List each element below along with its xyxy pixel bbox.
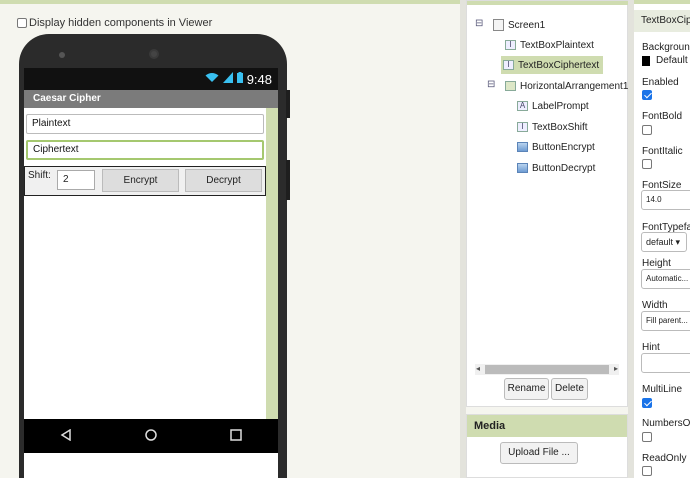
textbox-icon: I xyxy=(517,122,528,132)
display-hidden-label: Display hidden components in Viewer xyxy=(29,17,213,29)
scroll-thumb[interactable] xyxy=(485,365,609,374)
scroll-left-icon[interactable]: ◂ xyxy=(476,364,480,373)
textbox-plaintext[interactable]: Plaintext xyxy=(26,114,264,134)
prop-enabled-label: Enabled xyxy=(642,77,679,88)
multiline-checkbox[interactable] xyxy=(642,398,652,408)
display-hidden-checkbox-row[interactable]: Display hidden components in Viewer xyxy=(17,17,212,29)
prop-hint-label: Hint xyxy=(642,342,660,353)
phone-volume-button xyxy=(286,160,290,200)
earpiece-dot-icon xyxy=(59,52,65,58)
status-bar: 9:48 xyxy=(24,68,278,90)
media-panel: Media Upload File ... xyxy=(466,414,628,478)
recents-icon xyxy=(229,428,242,444)
button-icon xyxy=(517,142,528,152)
phone-screen: 9:48 Caesar Cipher Plaintext Ciphertext … xyxy=(24,68,278,478)
wifi-icon xyxy=(205,72,219,86)
upload-file-button[interactable]: Upload File ... xyxy=(500,442,578,464)
prop-background-label: Backgroun xyxy=(642,42,690,53)
tree-item-label: Screen1 xyxy=(508,19,546,31)
app-title-bar: Caesar Cipher xyxy=(24,90,278,108)
rename-button[interactable]: Rename xyxy=(504,378,549,400)
hint-input[interactable] xyxy=(641,353,690,373)
readonly-checkbox[interactable] xyxy=(642,466,652,476)
prop-fontitalic-label: FontItalic xyxy=(642,146,683,157)
viewer-panel: Display hidden components in Viewer 9:48… xyxy=(0,0,460,478)
screen-icon xyxy=(493,19,504,31)
properties-panel: TextBoxCip Backgroun Default Enabled Fon… xyxy=(634,0,690,478)
prop-width-label: Width xyxy=(642,300,668,311)
viewer-header-strip xyxy=(0,0,460,4)
encrypt-button[interactable]: Encrypt xyxy=(102,169,179,192)
textbox-icon: I xyxy=(503,60,514,70)
numbersonly-checkbox[interactable] xyxy=(642,432,652,442)
components-hscrollbar[interactable]: ◂ ▸ xyxy=(475,364,619,375)
collapse-arrangement-icon[interactable]: ⊟ xyxy=(487,79,495,90)
fonttypeface-select[interactable]: default ▾ xyxy=(641,232,687,252)
tree-item-label: TextBoxShift xyxy=(532,121,588,133)
tree-item-buttonencrypt[interactable]: ButtonEncrypt xyxy=(517,138,595,156)
collapse-screen1-icon[interactable]: ⊟ xyxy=(475,18,483,29)
tree-item-buttondecrypt[interactable]: ButtonDecrypt xyxy=(517,159,595,177)
button-icon xyxy=(517,163,528,173)
tree-item-labelprompt[interactable]: A LabelPrompt xyxy=(517,97,589,115)
home-icon xyxy=(145,428,157,444)
fontitalic-checkbox[interactable] xyxy=(642,159,652,169)
tree-item-label: ButtonEncrypt xyxy=(532,141,595,153)
properties-component-name: TextBoxCip xyxy=(634,10,690,32)
tree-item-textboxciphertext[interactable]: I TextBoxCiphertext xyxy=(501,56,604,74)
enabled-checkbox[interactable] xyxy=(642,90,652,100)
label-icon: A xyxy=(517,101,528,111)
android-nav-bar xyxy=(24,419,278,453)
back-icon xyxy=(60,428,72,444)
tree-item-label: TextBoxCiphertext xyxy=(518,59,600,71)
width-input[interactable]: Fill parent... xyxy=(641,311,690,331)
prop-readonly-label: ReadOnly xyxy=(642,453,687,464)
components-header-strip xyxy=(467,1,629,5)
fontbold-checkbox[interactable] xyxy=(642,125,652,135)
prop-fontbold-label: FontBold xyxy=(642,111,683,122)
delete-button[interactable]: Delete xyxy=(551,378,588,400)
fontsize-input[interactable]: 14.0 xyxy=(641,190,690,210)
decrypt-button[interactable]: Decrypt xyxy=(185,169,262,192)
status-time: 9:48 xyxy=(246,71,272,87)
tree-item-screen1[interactable]: Screen1 xyxy=(493,16,545,34)
tree-item-horizontalarrangement1[interactable]: HorizontalArrangement1 xyxy=(505,77,628,95)
prop-multiline-label: MultiLine xyxy=(642,384,683,395)
prop-numbersonly-label: NumbersOn xyxy=(642,418,690,429)
camera-icon xyxy=(149,49,159,59)
tree-item-label: LabelPrompt xyxy=(532,100,589,112)
phone-side-button xyxy=(286,90,290,118)
display-hidden-checkbox[interactable] xyxy=(17,18,27,28)
height-input[interactable]: Automatic... xyxy=(641,269,690,289)
horizontal-arrangement[interactable]: Shift: 2 Encrypt Decrypt xyxy=(24,166,266,196)
tree-item-label: HorizontalArrangement1 xyxy=(520,80,629,92)
textbox-shift[interactable]: 2 xyxy=(57,170,95,190)
tree-item-label: ButtonDecrypt xyxy=(532,162,596,174)
components-panel: ⊟ Screen1 I TextBoxPlaintext I TextBoxCi… xyxy=(466,0,629,407)
properties-header-strip xyxy=(634,0,690,4)
arrangement-icon xyxy=(505,81,516,91)
tree-item-textboxshift[interactable]: I TextBoxShift xyxy=(517,118,588,136)
textbox-ciphertext[interactable]: Ciphertext xyxy=(26,140,264,160)
battery-icon xyxy=(236,72,243,86)
prop-height-label: Height xyxy=(642,258,671,269)
tree-item-textboxplaintext[interactable]: I TextBoxPlaintext xyxy=(505,36,594,54)
scroll-right-icon[interactable]: ▸ xyxy=(614,364,618,373)
signal-icon xyxy=(222,72,233,86)
label-prompt[interactable]: Shift: xyxy=(28,170,51,181)
screen-content: Plaintext Ciphertext Shift: 2 Encrypt De… xyxy=(24,108,266,419)
prop-background-value[interactable]: Default xyxy=(656,55,688,66)
background-color-swatch[interactable] xyxy=(642,56,650,66)
screen-scrollbar xyxy=(266,108,278,419)
media-title: Media xyxy=(467,415,627,437)
tree-item-label: TextBoxPlaintext xyxy=(520,39,594,51)
textbox-icon: I xyxy=(505,40,516,50)
